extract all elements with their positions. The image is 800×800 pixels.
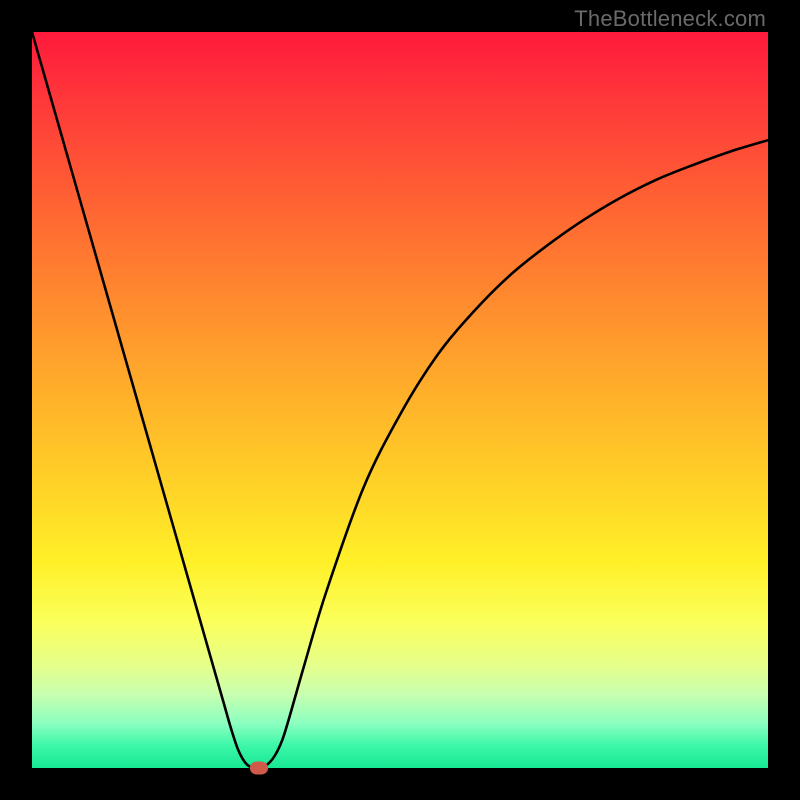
bottleneck-curve xyxy=(32,32,768,768)
watermark-text: TheBottleneck.com xyxy=(574,6,766,32)
min-marker xyxy=(250,762,268,775)
